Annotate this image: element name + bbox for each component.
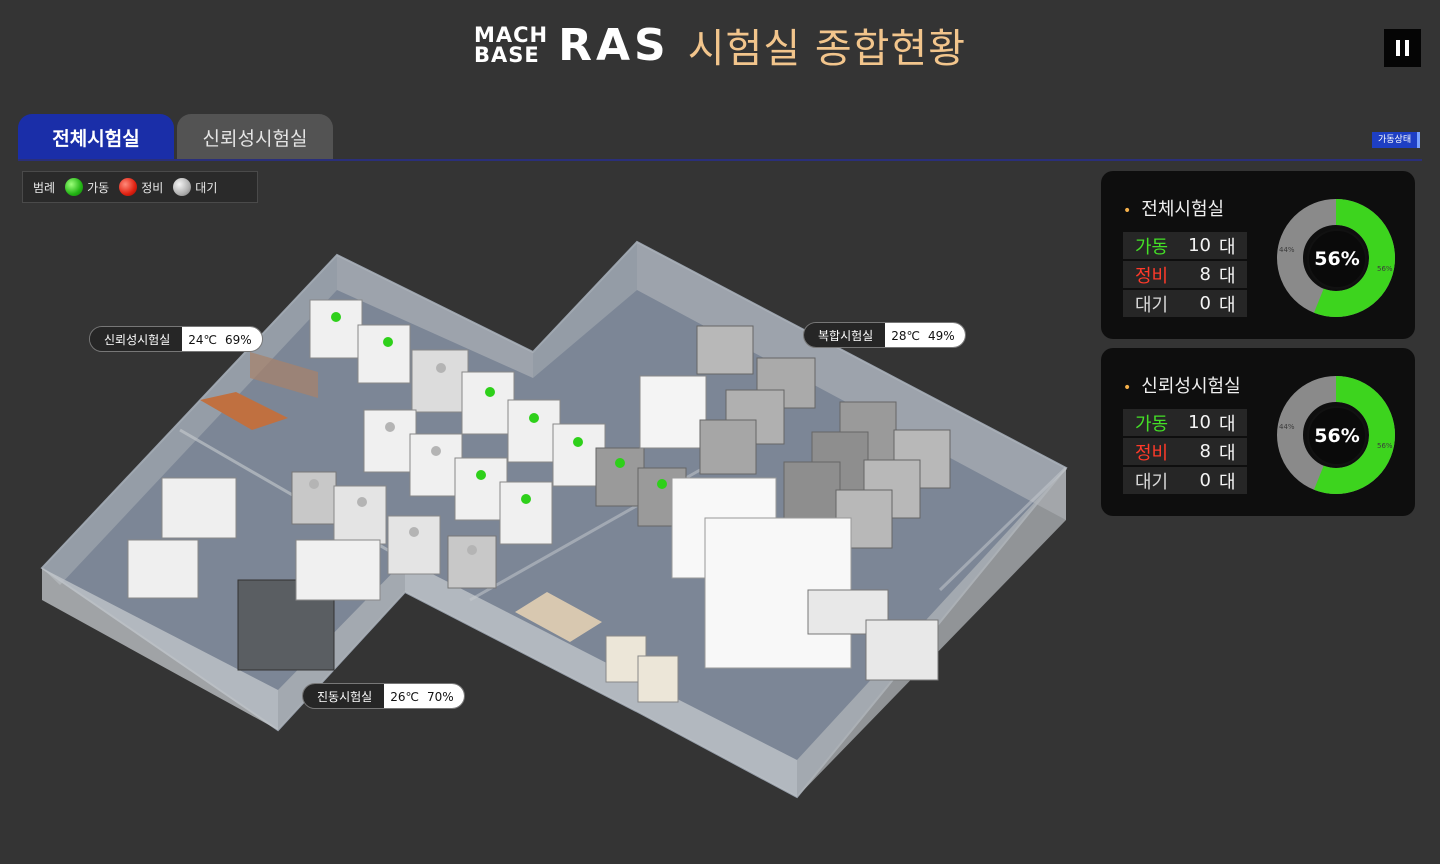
donut-label-active: 56% — [1377, 442, 1393, 450]
stat-unit: 대 — [1219, 294, 1236, 316]
pause-button[interactable] — [1384, 29, 1421, 67]
stat-label: 정비 — [1135, 265, 1169, 287]
stat-label: 가동 — [1135, 413, 1169, 435]
stat-table: 가동 10 대 정비 8 대 대기 0 대 — [1123, 409, 1247, 496]
stat-value: 8 — [1199, 264, 1211, 285]
stat-label: 가동 — [1135, 236, 1169, 258]
wall-back-left — [337, 255, 533, 378]
stat-table: 가동 10 대 정비 8 대 대기 0 대 — [1123, 232, 1247, 319]
pause-icon-bar — [1405, 40, 1409, 56]
donut-label-active: 56% — [1377, 265, 1393, 273]
room-name: 신뢰성시험실 — [90, 327, 183, 351]
page-title: 시험실 종합현황 — [687, 26, 967, 72]
logo-ras: RAS — [558, 19, 670, 71]
stat-unit: 대 — [1219, 413, 1236, 435]
wall-mid — [533, 242, 637, 378]
tab-reliability-lab[interactable]: 신뢰성시험실 — [177, 114, 333, 160]
stat-row-idle: 대기 0 대 — [1123, 290, 1247, 317]
red-status-icon — [119, 178, 138, 196]
legend-item-maintenance: 정비 — [119, 178, 163, 196]
status-panel-reliability-lab: • 신뢰성시험실 가동 10 대 정비 8 대 대기 0 대 56% 44% 56… — [1101, 348, 1415, 516]
room-temperature: 24℃ — [188, 333, 217, 347]
room-temperature: 26℃ — [390, 690, 419, 704]
stat-value: 0 — [1199, 293, 1211, 314]
status-panel-all-labs: • 전체시험실 가동 10 대 정비 8 대 대기 0 대 56% 44% 56% — [1101, 171, 1415, 339]
stat-value: 10 — [1188, 412, 1211, 433]
room-environment: 24℃ 69% — [182, 327, 262, 351]
panel-title: • 전체시험실 — [1123, 195, 1224, 221]
tab-underline — [18, 159, 1422, 161]
room-label-reliability[interactable]: 신뢰성시험실 24℃ 69% — [89, 326, 263, 352]
room-temperature: 28℃ — [891, 329, 920, 343]
test-chamber-group — [291, 299, 687, 589]
logo-line-1: MACH — [473, 23, 549, 47]
stat-unit: 대 — [1219, 236, 1236, 258]
bullet-icon: • — [1123, 203, 1132, 219]
stat-row-maintenance: 정비 8 대 — [1123, 438, 1247, 465]
operation-status-button[interactable]: 가동상태 — [1372, 132, 1421, 148]
donut-label-inactive: 44% — [1279, 423, 1295, 431]
panel-title: • 신뢰성시험실 — [1123, 372, 1241, 398]
stat-row-idle: 대기 0 대 — [1123, 467, 1247, 494]
stat-value: 0 — [1199, 470, 1211, 491]
status-lights — [309, 312, 667, 555]
legend-label: 가동 — [87, 180, 110, 195]
room-environment: 28℃ 49% — [885, 323, 965, 347]
header: MACH BASE RAS 시험실 종합현황 — [0, 0, 1440, 90]
utilization-donut-chart: 56% 44% 56% — [1277, 196, 1395, 320]
stat-value: 10 — [1188, 235, 1211, 256]
pause-icon — [1396, 40, 1400, 56]
stat-label: 대기 — [1135, 294, 1169, 316]
legend-label: 대기 — [195, 180, 218, 195]
room-label-composite[interactable]: 복합시험실 28℃ 49% — [803, 322, 966, 348]
tab-all-labs[interactable]: 전체시험실 — [18, 114, 174, 160]
composite-room-equipment — [515, 325, 951, 703]
panel-title-text: 전체시험실 — [1141, 199, 1225, 220]
stat-label: 대기 — [1135, 471, 1169, 493]
panel-title-text: 신뢰성시험실 — [1141, 376, 1241, 397]
wall-front-left — [42, 568, 278, 730]
legend-title: 범례 — [33, 180, 56, 195]
wall-front-right — [640, 680, 797, 797]
room-humidity: 49% — [927, 329, 955, 343]
logo-line-2: BASE — [473, 43, 540, 67]
room-humidity: 69% — [225, 333, 252, 347]
donut-percent: 56% — [1307, 229, 1367, 289]
room-name: 복합시험실 — [804, 323, 886, 347]
stat-row-active: 가동 10 대 — [1123, 232, 1247, 259]
reliability-room-equipment — [127, 352, 381, 671]
wall-left — [42, 255, 337, 585]
stat-row-active: 가동 10 대 — [1123, 409, 1247, 436]
room-humidity: 70% — [426, 690, 454, 704]
stat-label: 정비 — [1135, 442, 1169, 464]
donut-percent: 56% — [1307, 406, 1367, 466]
legend-item-idle: 대기 — [173, 178, 217, 196]
room-name: 진동시험실 — [303, 684, 385, 708]
gray-status-icon — [173, 178, 192, 196]
bullet-icon: • — [1123, 380, 1132, 396]
legend: 범례 가동 정비 대기 — [22, 171, 258, 203]
room-environment: 26℃ 70% — [384, 684, 464, 708]
stat-unit: 대 — [1219, 442, 1236, 464]
stat-unit: 대 — [1219, 265, 1236, 287]
legend-label: 정비 — [141, 180, 164, 195]
machbase-ras-logo: MACH BASE RAS — [474, 20, 670, 71]
room-label-vibration[interactable]: 진동시험실 26℃ 70% — [302, 683, 465, 709]
room-tabs: 전체시험실 신뢰성시험실 — [18, 114, 333, 160]
stat-unit: 대 — [1219, 471, 1236, 493]
wall-back-right — [637, 242, 1066, 520]
legend-item-active: 가동 — [65, 178, 109, 196]
stat-row-maintenance: 정비 8 대 — [1123, 261, 1247, 288]
logo-wordmark: MACH BASE — [473, 23, 549, 67]
green-status-icon — [65, 178, 84, 196]
wall-right — [797, 468, 1066, 797]
donut-label-inactive: 44% — [1279, 246, 1295, 254]
stat-value: 8 — [1199, 441, 1211, 462]
utilization-donut-chart: 56% 44% 56% — [1277, 373, 1395, 497]
